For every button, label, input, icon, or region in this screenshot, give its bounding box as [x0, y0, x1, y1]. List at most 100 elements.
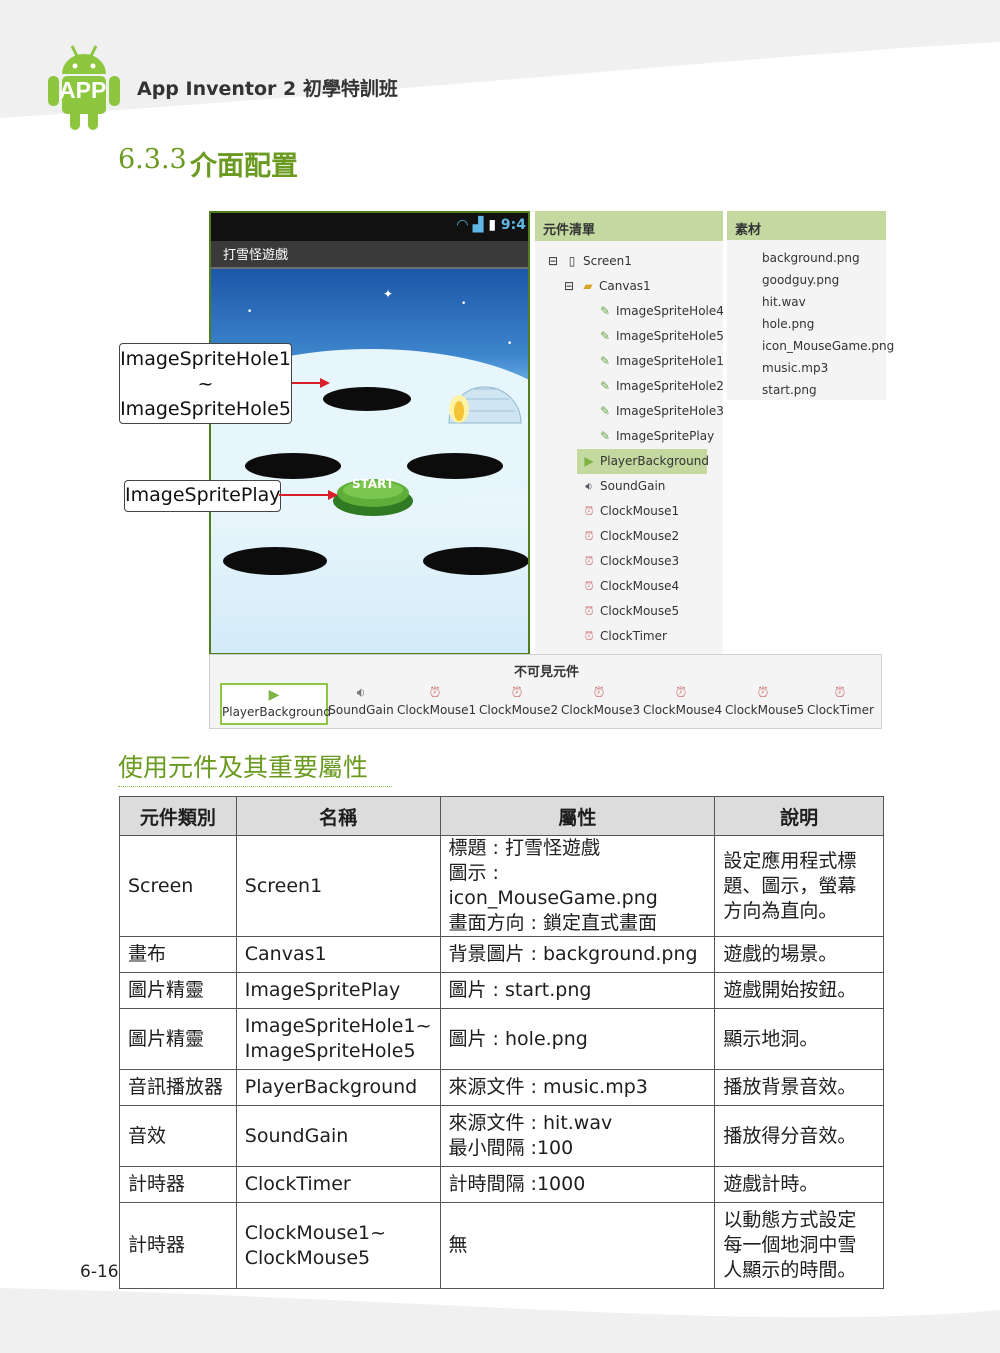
cell-type: 圖片精靈 — [119, 1008, 237, 1070]
igloo-image — [441, 359, 527, 429]
nonvisible-item-soundgain[interactable]: 🔉︎ SoundGain — [328, 683, 394, 717]
media-list: background.png goodguy.png hit.wav hole.… — [727, 247, 894, 401]
star-icon: ✦ — [383, 287, 394, 301]
nonvisible-item-clockmouse3[interactable]: ⏰︎ ClockMouse3 — [561, 683, 640, 717]
cell-name: PlayerBackground — [235, 1069, 441, 1106]
components-tree: ⊟ ▯ Screen1 ⊟ ▰ Canvas1 ✎ ImageSpriteHole4 ✎ I… — [535, 249, 724, 649]
tree-item-imagespriteplay[interactable]: ✎ ImageSpritePlay — [535, 424, 723, 449]
callout-holes-line1: ImageSpriteHole1 — [120, 348, 291, 370]
cell-name: Screen1 — [235, 835, 441, 937]
media-item[interactable]: goodguy.png — [727, 269, 886, 291]
cell-props: 來源文件 : hit.wav 最小間隔 :100 — [439, 1105, 716, 1167]
components-panel-title: 元件清單 — [535, 211, 723, 241]
book-title: App Inventor 2 初學特訓班 — [137, 78, 398, 100]
android-app-logo: APP — [46, 44, 122, 132]
cell-desc: 播放背景音效。 — [714, 1069, 884, 1106]
cell-props: 圖片 : hole.png — [439, 1008, 716, 1070]
table-row: 音訊播放器 PlayerBackground 來源文件 : music.mp3 … — [119, 1069, 884, 1106]
start-button[interactable]: START — [331, 471, 415, 517]
player-icon: ▶ — [584, 454, 594, 468]
media-item[interactable]: background.png — [727, 247, 886, 269]
clock-icon: ⏰︎ — [757, 685, 769, 701]
collapse-icon[interactable]: ⊟ — [561, 274, 577, 299]
cell-props: 來源文件 : music.mp3 — [439, 1069, 716, 1106]
tree-item-clockmouse5[interactable]: ⏰︎ ClockMouse5 — [535, 599, 723, 624]
cell-name: Canvas1 — [235, 936, 441, 973]
nonvisible-item-clockmouse1[interactable]: ⏰︎ ClockMouse1 — [397, 683, 476, 717]
tree-item-imagespritehole4[interactable]: ✎ ImageSpriteHole4 — [535, 299, 724, 324]
clock-icon: ⏰︎ — [675, 685, 687, 701]
cell-desc: 以動態方式設定 每一個地洞中雪 人顯示的時間。 — [714, 1202, 884, 1289]
media-item[interactable]: music.mp3 — [727, 357, 886, 379]
components-panel: 元件清單 ⊟ ▯ Screen1 ⊟ ▰ Canvas1 ✎ ImageSpriteHol… — [535, 211, 724, 655]
column-header: 說明 — [714, 796, 884, 836]
status-icons: ◠ ▟ ▮ 9:4 — [457, 217, 526, 233]
tree-item-imagespritehole1[interactable]: ✎ ImageSpriteHole1 — [535, 349, 724, 374]
clock-icon: ⏰︎ — [511, 685, 523, 701]
tree-item-imagespritehole2[interactable]: ✎ ImageSpriteHole2 — [535, 374, 724, 399]
table-heading-underline — [118, 786, 392, 787]
hole-1 — [323, 387, 411, 411]
clock-icon: ⏰︎ — [584, 579, 594, 593]
tree-item-clockmouse4[interactable]: ⏰︎ ClockMouse4 — [535, 574, 723, 599]
status-bar: ◠ ▟ ▮ 9:4 — [211, 213, 528, 241]
tree-item-clockmouse1[interactable]: ⏰︎ ClockMouse1 — [535, 499, 723, 524]
nonvisible-item-clockmouse5[interactable]: ⏰︎ ClockMouse5 — [725, 683, 804, 717]
nonvisible-item-playerbackground[interactable]: ▶ PlayerBackground — [220, 683, 331, 725]
tree-item-clockmouse3[interactable]: ⏰︎ ClockMouse3 — [535, 549, 723, 574]
collapse-icon[interactable]: ⊟ — [545, 249, 561, 274]
star-icon: • — [247, 307, 253, 317]
cell-name: ClockMouse1~ ClockMouse5 — [235, 1202, 441, 1289]
table-row: 計時器 ClockTimer 計時間隔 :1000 遊戲計時。 — [119, 1166, 884, 1203]
cell-type: 計時器 — [119, 1202, 237, 1289]
hole-4 — [223, 547, 327, 575]
cell-name: ImageSpritePlay — [235, 972, 441, 1009]
tree-item-imagespritehole5[interactable]: ✎ ImageSpriteHole5 — [535, 324, 724, 349]
nonvisible-item-clocktimer[interactable]: ⏰︎ ClockTimer — [807, 683, 874, 717]
nonvisible-title: 不可見元件 — [513, 665, 579, 680]
media-item[interactable]: start.png — [727, 379, 886, 401]
tree-item-clockmouse2[interactable]: ⏰︎ ClockMouse2 — [535, 524, 723, 549]
nonvisible-item-clockmouse2[interactable]: ⏰︎ ClockMouse2 — [479, 683, 558, 717]
logo-text: APP — [59, 77, 107, 103]
tree-item-clocktimer[interactable]: ⏰︎ ClockTimer — [535, 624, 723, 649]
media-item[interactable]: icon_MouseGame.png — [727, 335, 894, 357]
cell-name: SoundGain — [235, 1105, 441, 1167]
callout-play: ImageSpritePlay — [124, 480, 281, 512]
media-item[interactable]: hole.png — [727, 313, 886, 335]
tree-item-soundgain[interactable]: 🔉︎ SoundGain — [535, 474, 723, 499]
table-row: 圖片精靈 ImageSpriteHole1~ ImageSpriteHole5 圖… — [119, 1008, 884, 1070]
nonvisible-item-clockmouse4[interactable]: ⏰︎ ClockMouse4 — [643, 683, 722, 717]
clock-icon: ⏰︎ — [834, 685, 846, 701]
callout-holes-tilde: ~ — [197, 373, 214, 395]
section-number: 6.3.3 — [118, 144, 187, 175]
table-row: Screen Screen1 標題 : 打雪怪遊戲 圖示 : icon_Mouse… — [119, 835, 884, 937]
tree-item-screen1[interactable]: ⊟ ▯ Screen1 — [535, 249, 723, 274]
sprite-icon: ✎ — [599, 304, 611, 318]
callout-play-label: ImageSpritePlay — [125, 484, 281, 506]
sprite-icon: ✎ — [599, 429, 611, 443]
game-canvas: ✦ • • • START — [211, 269, 528, 653]
cell-desc: 遊戲計時。 — [714, 1166, 884, 1203]
tree-item-canvas1[interactable]: ⊟ ▰ Canvas1 — [535, 274, 723, 299]
clock-icon: ⏰︎ — [584, 504, 594, 518]
hole-2 — [245, 453, 341, 479]
tree-item-playerbackground[interactable]: ▶ PlayerBackground — [577, 449, 709, 474]
start-button-label: START — [351, 477, 395, 491]
cell-type: 計時器 — [119, 1166, 237, 1203]
table-header-row: 元件類別 名稱 屬性 說明 — [119, 796, 884, 836]
star-icon: • — [461, 299, 467, 309]
clock-icon: ⏰︎ — [584, 604, 594, 618]
cell-props: 標題 : 打雪怪遊戲 圖示 : icon_MouseGame.png 畫面方向 : … — [439, 835, 716, 937]
sprite-icon: ✎ — [599, 329, 611, 343]
sprite-icon: ✎ — [599, 354, 611, 368]
media-item[interactable]: hit.wav — [727, 291, 886, 313]
player-icon: ▶ — [268, 687, 280, 703]
properties-table: 元件類別 名稱 屬性 說明 Screen Screen1 標題 : 打雪怪遊戲圖… — [119, 796, 884, 1289]
cell-props: 無 — [439, 1202, 716, 1289]
tree-item-imagespritehole3[interactable]: ✎ ImageSpriteHole3 — [535, 399, 724, 424]
cell-desc: 設定應用程式標 題、圖示，螢幕 方向為直向。 — [714, 835, 884, 937]
footer-background — [0, 1288, 1000, 1353]
table-row: 圖片精靈 ImageSpritePlay 圖片 : start.png 遊戲開始… — [119, 972, 884, 1009]
cell-props: 計時間隔 :1000 — [439, 1166, 716, 1203]
